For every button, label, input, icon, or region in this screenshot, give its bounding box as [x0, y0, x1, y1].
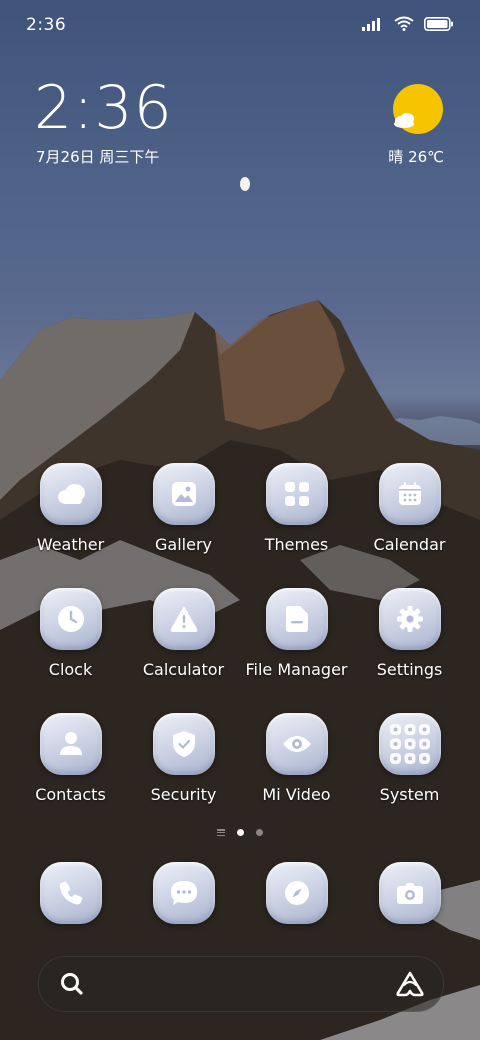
app-row: Weather Gallery Themes Calendar	[14, 463, 466, 588]
search-icon[interactable]	[59, 971, 85, 997]
search-bar[interactable]	[38, 956, 444, 1012]
clock-widget-time[interactable]: 2:36	[34, 78, 173, 138]
app-label: Clock	[48, 660, 93, 679]
shield-icon[interactable]	[152, 713, 215, 775]
app-file-manager[interactable]: File Manager	[240, 588, 353, 713]
app-grid: Weather Gallery Themes Calendar Clock Ca…	[14, 463, 466, 838]
signal-icon	[362, 17, 380, 31]
dock-phone[interactable]	[14, 862, 127, 926]
status-icons	[362, 16, 454, 31]
camera-icon[interactable]	[378, 862, 441, 924]
app-settings[interactable]: Settings	[353, 588, 466, 713]
weather-widget-text[interactable]: 晴 26℃	[388, 146, 444, 167]
app-label: Calendar	[373, 535, 446, 554]
app-label: Settings	[376, 660, 443, 679]
app-label: Gallery	[155, 535, 212, 554]
app-label: Themes	[264, 535, 329, 554]
app-label: Calculator	[142, 660, 225, 679]
compass-icon[interactable]	[265, 862, 328, 924]
page-dot[interactable]	[256, 829, 263, 836]
moon	[240, 177, 250, 191]
app-label: File Manager	[245, 660, 348, 679]
contacts-icon[interactable]	[39, 713, 102, 775]
app-label: Security	[150, 785, 217, 804]
calendar-icon[interactable]	[378, 463, 441, 525]
feed-page-icon[interactable]	[217, 829, 225, 836]
app-row: Clock Calculator File Manager Settings	[14, 588, 466, 713]
dock	[14, 862, 466, 926]
battery-icon	[424, 16, 453, 31]
app-themes[interactable]: Themes	[240, 463, 353, 588]
app-weather[interactable]: Weather	[14, 463, 127, 588]
app-gallery[interactable]: Gallery	[127, 463, 240, 588]
folder-icon[interactable]	[378, 713, 441, 775]
page-dot-active[interactable]	[237, 829, 244, 836]
calculator-icon[interactable]	[152, 588, 215, 650]
dock-camera[interactable]	[353, 862, 466, 926]
dock-messages[interactable]	[127, 862, 240, 926]
wifi-icon	[394, 16, 414, 31]
themes-icon[interactable]	[265, 463, 328, 525]
clock-icon[interactable]	[39, 588, 102, 650]
app-label: Mi Video	[262, 785, 331, 804]
app-contacts[interactable]: Contacts	[14, 713, 127, 838]
assistant-icon[interactable]	[395, 971, 425, 997]
phone-icon[interactable]	[39, 862, 102, 924]
gear-icon[interactable]	[378, 588, 441, 650]
app-system-folder[interactable]: System	[353, 713, 466, 838]
app-calculator[interactable]: Calculator	[127, 588, 240, 713]
clock-widget-date[interactable]: 7月26日 周三下午	[36, 146, 159, 167]
status-time: 2:36	[26, 15, 67, 35]
app-label: Weather	[36, 535, 105, 554]
app-mi-video[interactable]: Mi Video	[240, 713, 353, 838]
sun-cloud-icon[interactable]	[392, 84, 444, 136]
app-security[interactable]: Security	[127, 713, 240, 838]
app-row: Contacts Security Mi Video System	[14, 713, 466, 838]
app-label: System	[379, 785, 440, 804]
app-calendar[interactable]: Calendar	[353, 463, 466, 588]
eye-icon[interactable]	[265, 713, 328, 775]
status-bar: 2:36	[0, 0, 480, 50]
dock-browser[interactable]	[240, 862, 353, 926]
app-clock[interactable]: Clock	[14, 588, 127, 713]
file-manager-icon[interactable]	[265, 588, 328, 650]
gallery-icon[interactable]	[152, 463, 215, 525]
app-label: Contacts	[35, 785, 106, 804]
weather-icon[interactable]	[39, 463, 102, 525]
messages-icon[interactable]	[152, 862, 215, 924]
page-indicator[interactable]	[0, 829, 480, 836]
